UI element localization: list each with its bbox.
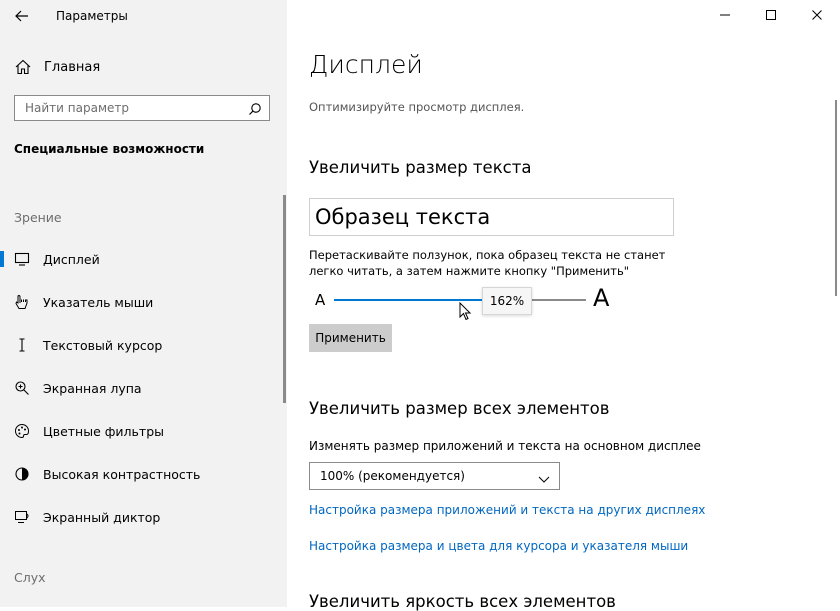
chevron-down-icon [538, 470, 550, 483]
sample-text-box: Образец текста [309, 198, 674, 236]
sidebar-item-label: Экранная лупа [43, 380, 142, 396]
sidebar-item-text-cursor[interactable]: Текстовый курсор [0, 328, 283, 362]
section-title: Специальные возможности [14, 142, 205, 156]
scale-dropdown[interactable]: 100% (рекомендуется) [309, 462, 560, 490]
sidebar-item-label: Экранный диктор [43, 509, 161, 525]
scale-heading: Увеличить размер всех элементов [309, 399, 610, 418]
slider-fill [334, 299, 490, 301]
sidebar-item-color-filters[interactable]: Цветные фильтры [0, 414, 283, 448]
slider-value-tooltip: 162% [482, 287, 532, 315]
link-cursor-size[interactable]: Настройка размера и цвета для курсора и … [309, 539, 688, 553]
apply-button[interactable]: Применить [309, 324, 392, 352]
text-size-slider[interactable] [334, 290, 586, 310]
brightness-heading: Увеличить яркость всех элементов [309, 592, 616, 611]
group-label-hearing: Слух [14, 570, 46, 585]
page-description: Оптимизируйте просмотр дисплея. [309, 100, 525, 114]
text-size-heading: Увеличить размер текста [309, 158, 532, 177]
sidebar: Параметры Главная Специальные возможност… [0, 0, 287, 607]
search-input[interactable] [15, 101, 248, 115]
mouse-pointer-icon [14, 294, 30, 310]
sidebar-item-label: Цветные фильтры [43, 423, 165, 439]
maximize-icon[interactable] [748, 0, 794, 30]
magnifier-icon [14, 380, 30, 396]
slider-hint: Перетаскивайте ползунок, пока образец те… [309, 248, 666, 278]
sidebar-scrollbar[interactable] [283, 195, 286, 403]
content-scrollbar[interactable] [835, 100, 837, 296]
scale-label: Изменять размер приложений и текста на о… [309, 439, 701, 453]
scale-dropdown-value: 100% (рекомендуется) [320, 469, 465, 483]
search-box[interactable] [14, 95, 270, 121]
close-icon[interactable] [794, 0, 840, 30]
sample-text: Образец текста [315, 205, 491, 229]
link-other-displays[interactable]: Настройка размера приложений и текста на… [309, 503, 705, 517]
sidebar-item-high-contrast[interactable]: Высокая контрастность [0, 457, 283, 491]
minimize-icon[interactable] [702, 0, 748, 30]
display-icon [14, 251, 30, 267]
sidebar-item-magnifier[interactable]: Экранная лупа [0, 371, 283, 405]
sidebar-item-display[interactable]: Дисплей [0, 242, 283, 276]
sidebar-item-label: Указатель мыши [43, 294, 154, 310]
app-title: Параметры [56, 9, 128, 23]
sidebar-item-label: Текстовый курсор [43, 337, 163, 353]
sidebar-item-narrator[interactable]: Экранный диктор [0, 500, 283, 534]
nav-home[interactable]: Главная [14, 57, 100, 77]
sidebar-item-label: Высокая контрастность [43, 466, 201, 482]
mouse-cursor-icon [459, 301, 473, 322]
slider-min-label: A [315, 291, 326, 309]
page-title: Дисплей [309, 50, 423, 79]
nav-home-label: Главная [44, 59, 101, 75]
sidebar-item-mouse-pointer[interactable]: Указатель мыши [0, 285, 283, 319]
color-filters-icon [14, 423, 30, 439]
high-contrast-icon [14, 466, 30, 482]
slider-max-label: A [593, 284, 610, 312]
window-controls [702, 0, 840, 30]
sidebar-item-label: Дисплей [43, 251, 100, 267]
text-cursor-icon [14, 337, 30, 353]
home-icon [14, 58, 32, 76]
back-arrow-icon[interactable] [12, 6, 32, 26]
group-label-vision: Зрение [14, 210, 62, 225]
search-icon[interactable] [248, 101, 262, 115]
narrator-icon [14, 509, 30, 525]
